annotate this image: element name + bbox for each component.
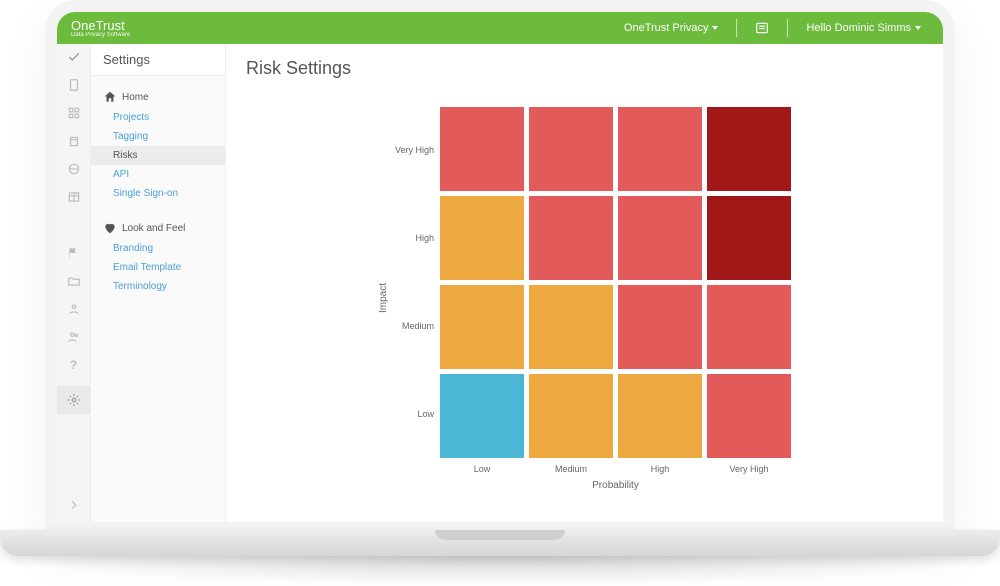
app-switcher-label: OneTrust Privacy (624, 22, 709, 34)
rail-check-icon[interactable] (67, 50, 81, 64)
rail-user-icon[interactable] (67, 302, 81, 316)
rail-help-icon[interactable]: ? (67, 358, 81, 372)
y-tick: Medium (395, 284, 434, 368)
y-tick: Very High (395, 108, 434, 192)
nav-group-label: Look and Feel (122, 223, 185, 234)
y-axis-ticks: Very High High Medium Low (395, 107, 440, 458)
heatmap-cell[interactable] (529, 374, 613, 458)
x-axis-label: Probability (440, 480, 791, 491)
heatmap-cell[interactable] (618, 107, 702, 191)
heatmap-cell[interactable] (529, 285, 613, 369)
home-icon (103, 90, 117, 104)
chevron-down-icon (915, 26, 921, 30)
heatmap-cell[interactable] (440, 374, 524, 458)
top-divider (787, 19, 788, 37)
camera-dot (497, 4, 503, 10)
y-tick: Low (395, 372, 434, 456)
y-axis-label: Impact (378, 283, 389, 313)
nav-item-risks[interactable]: Risks (91, 146, 225, 165)
x-tick: Very High (707, 464, 791, 474)
nav-group-look: Look and Feel Branding Email Template Te… (91, 207, 225, 300)
heatmap-cell[interactable] (707, 374, 791, 458)
user-menu[interactable]: Hello Dominic Simms (798, 18, 929, 38)
rail-grid-icon[interactable] (67, 106, 81, 120)
rail-settings-icon[interactable] (57, 386, 90, 414)
x-axis-ticks: Low Medium High Very High (440, 464, 791, 474)
heatmap-cell[interactable] (618, 196, 702, 280)
y-tick: High (395, 196, 434, 280)
app-switcher[interactable]: OneTrust Privacy (616, 18, 727, 38)
top-bar: OneTrust Data Privacy Software OneTrust … (57, 12, 943, 44)
nav-item-sso[interactable]: Single Sign-on (91, 184, 225, 203)
heatmap-cell[interactable] (440, 107, 524, 191)
nav-item-terminology[interactable]: Terminology (91, 277, 225, 296)
main-panel: Risk Settings Impact Very High High Medium… (226, 44, 943, 522)
rail-folder-icon[interactable] (67, 274, 81, 288)
heatmap-cell[interactable] (529, 196, 613, 280)
x-tick: Medium (529, 464, 613, 474)
heart-icon (103, 221, 117, 235)
nav-group-home: Home Projects Tagging Risks API Single S… (91, 76, 225, 207)
notifications-button[interactable] (747, 17, 777, 39)
icon-rail: ? (57, 44, 91, 522)
x-tick: High (618, 464, 702, 474)
rail-doc-icon[interactable] (67, 78, 81, 92)
page-title: Risk Settings (226, 44, 943, 85)
heatmap-cell[interactable] (440, 196, 524, 280)
user-greeting: Hello Dominic Simms (806, 22, 911, 34)
settings-sidebar: Settings Home Projects Tagging Risks API… (91, 44, 226, 522)
section-title: Settings (91, 44, 225, 76)
heatmap-cell[interactable] (707, 107, 791, 191)
risk-heatmap: Impact Very High High Medium Low Low Medium H… (378, 107, 791, 491)
nav-item-api[interactable]: API (91, 165, 225, 184)
nav-item-tagging[interactable]: Tagging (91, 127, 225, 146)
nav-group-label: Home (122, 92, 149, 103)
heatmap-cell[interactable] (618, 374, 702, 458)
rail-flag-icon[interactable] (67, 246, 81, 260)
heatmap-cell[interactable] (529, 107, 613, 191)
chevron-down-icon (712, 26, 718, 30)
brand-block: OneTrust Data Privacy Software (71, 19, 130, 38)
rail-globe-icon[interactable] (67, 162, 81, 176)
nav-item-email-template[interactable]: Email Template (91, 258, 225, 277)
rail-table-icon[interactable] (67, 190, 81, 204)
heatmap-cell[interactable] (707, 285, 791, 369)
news-icon (755, 21, 769, 35)
heatmap-cell[interactable] (440, 285, 524, 369)
heatmap-cell[interactable] (618, 285, 702, 369)
rail-building-icon[interactable] (67, 134, 81, 148)
rail-collapse-icon[interactable] (67, 498, 81, 512)
nav-item-branding[interactable]: Branding (91, 239, 225, 258)
top-divider (736, 19, 737, 37)
brand-name: OneTrust (71, 19, 130, 32)
heatmap-grid (440, 107, 791, 458)
heatmap-cell[interactable] (707, 196, 791, 280)
nav-item-projects[interactable]: Projects (91, 108, 225, 127)
brand-tagline: Data Privacy Software (71, 32, 130, 38)
x-tick: Low (440, 464, 524, 474)
rail-users-icon[interactable] (67, 330, 81, 344)
